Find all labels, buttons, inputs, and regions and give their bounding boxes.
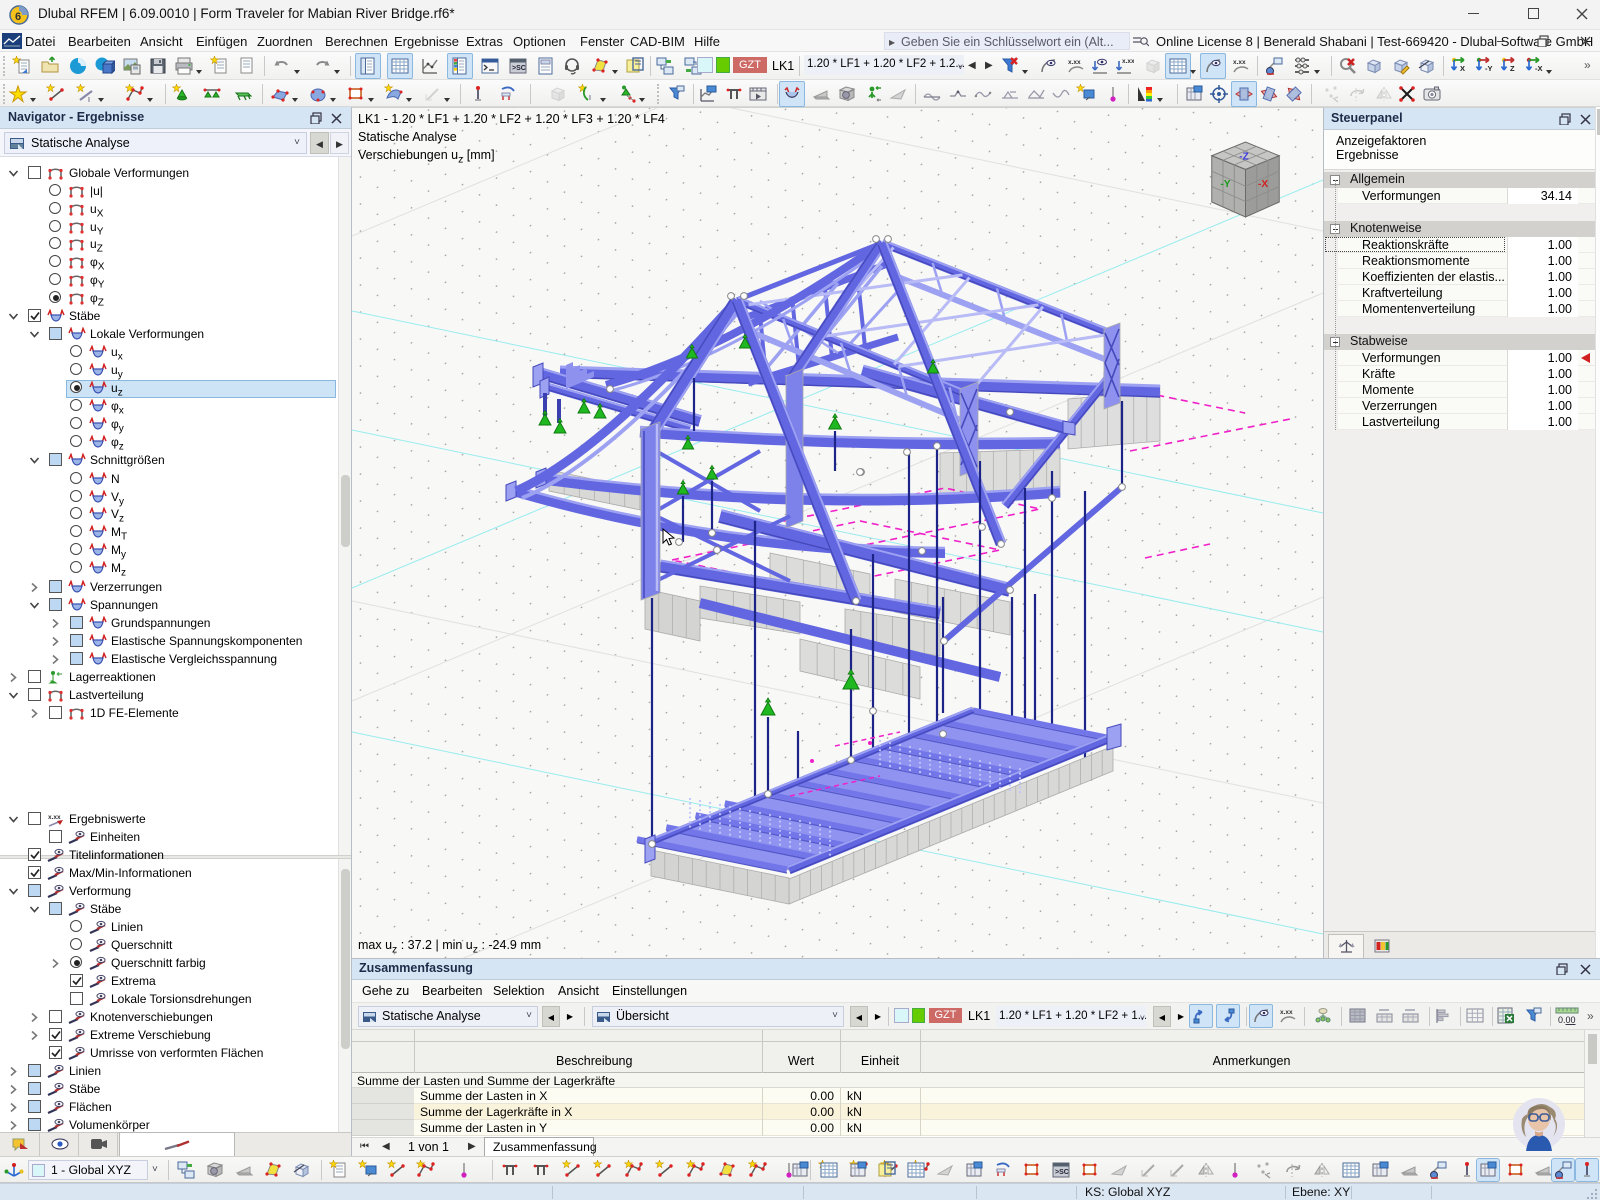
svg-text:>SC: >SC xyxy=(1055,1169,1069,1176)
svg-text:6: 6 xyxy=(15,11,21,23)
svg-text:-Z: -Z xyxy=(1239,152,1248,163)
svg-text:x.xx: x.xx xyxy=(48,814,61,821)
svg-text:x.xx: x.xx xyxy=(1280,1009,1293,1016)
svg-text:-Y: -Y xyxy=(1485,64,1493,73)
svg-text:x.xx: x.xx xyxy=(1233,59,1246,66)
svg-text:I: I xyxy=(88,97,90,104)
svg-text:I: I xyxy=(589,95,591,102)
svg-text:x.xx: x.xx xyxy=(1122,58,1134,65)
svg-text:-X: -X xyxy=(1535,64,1543,73)
svg-text:-X: -X xyxy=(1258,179,1268,190)
svg-text:0.00: 0.00 xyxy=(1558,1015,1576,1025)
svg-text:x.xx: x.xx xyxy=(1068,59,1081,66)
svg-text:-Y: -Y xyxy=(1221,179,1231,190)
svg-text:X: X xyxy=(1460,64,1465,73)
svg-text:Z: Z xyxy=(1510,64,1515,73)
svg-text:>SC: >SC xyxy=(512,65,526,72)
